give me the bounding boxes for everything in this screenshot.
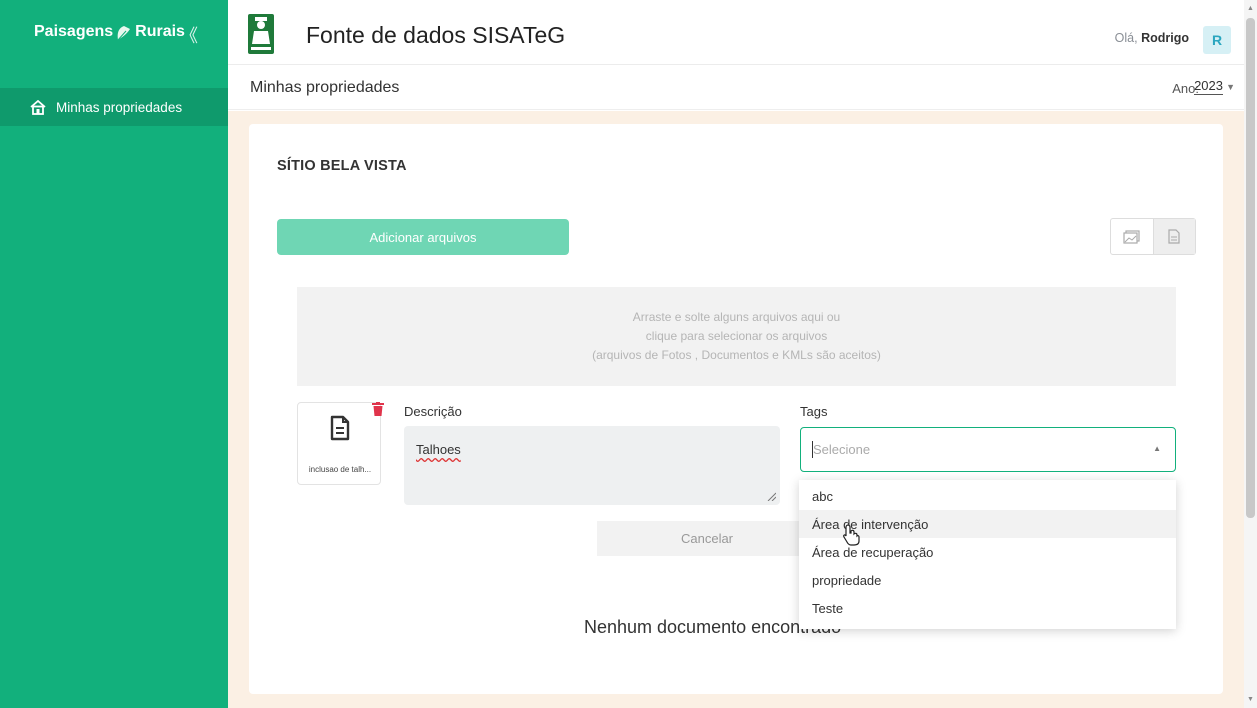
file-thumbnail: inclusao de talh... bbox=[297, 402, 381, 485]
cancel-button[interactable]: Cancelar bbox=[597, 521, 817, 556]
image-view-button[interactable] bbox=[1111, 219, 1153, 254]
chevron-up-icon[interactable]: ▲ bbox=[1153, 444, 1161, 453]
dropzone-line-2: clique para selecionar os arquivos bbox=[645, 329, 828, 343]
document-icon bbox=[1168, 229, 1180, 244]
file-dropzone[interactable]: Arraste e solte alguns arquivos aqui ou … bbox=[297, 287, 1176, 386]
app-title: Fonte de dados SISATeG bbox=[306, 22, 566, 48]
description-field[interactable]: Talhoes bbox=[404, 426, 780, 505]
brand-name-right: Rurais bbox=[135, 23, 185, 40]
tag-option[interactable]: propriedade bbox=[799, 566, 1176, 594]
top-header: Fonte de dados SISATeG Olá, Rodrigo R bbox=[228, 0, 1257, 65]
resize-handle-icon[interactable] bbox=[766, 491, 776, 501]
page-title: Minhas propriedades bbox=[250, 79, 400, 96]
document-view-button[interactable] bbox=[1152, 219, 1195, 254]
file-document-icon bbox=[330, 415, 350, 441]
description-value: Talhoes bbox=[416, 442, 461, 457]
dropzone-line-1: Arraste e solte alguns arquivos aqui ou bbox=[632, 310, 841, 324]
user-greeting: Olá, Rodrigo bbox=[1115, 31, 1189, 45]
file-name: inclusao de talh... bbox=[308, 465, 372, 474]
sidebar: Paisagens Rurais 《 Minhas propriedades bbox=[0, 0, 228, 708]
user-name: Rodrigo bbox=[1141, 31, 1189, 45]
scroll-up-icon[interactable]: ▲ bbox=[1247, 5, 1254, 12]
dropzone-line-3: (arquivos de Fotos , Documentos e KMLs s… bbox=[592, 348, 881, 362]
sidebar-item-label: Minhas propriedades bbox=[56, 99, 183, 115]
sidebar-item-minhas-propriedades[interactable]: Minhas propriedades bbox=[0, 88, 228, 126]
sisateg-logo bbox=[248, 14, 274, 54]
avatar[interactable]: R bbox=[1203, 26, 1231, 54]
tags-dropdown-menu: abc Área de intervenção Área de recupera… bbox=[799, 480, 1176, 629]
greeting-prefix: Olá, bbox=[1114, 31, 1138, 45]
tag-option[interactable]: Teste bbox=[799, 594, 1176, 622]
leaf-icon bbox=[114, 25, 134, 43]
tag-option[interactable]: abc bbox=[799, 482, 1176, 510]
chevron-down-icon[interactable]: ▼ bbox=[1226, 82, 1235, 92]
year-select[interactable]: 2023 bbox=[1194, 78, 1223, 95]
tags-select[interactable]: Selecione ▲ bbox=[800, 427, 1176, 472]
images-icon bbox=[1123, 229, 1140, 244]
double-chevron-left-icon[interactable]: 《 bbox=[180, 22, 198, 48]
trash-icon[interactable] bbox=[372, 402, 384, 416]
hand-cursor-icon bbox=[843, 524, 860, 546]
home-icon bbox=[30, 99, 46, 115]
scroll-down-icon[interactable]: ▼ bbox=[1247, 696, 1254, 703]
view-toggle bbox=[1110, 218, 1196, 255]
property-name: SÍTIO BELA VISTA bbox=[277, 158, 407, 174]
description-label: Descrição bbox=[404, 404, 462, 419]
tags-label: Tags bbox=[800, 404, 828, 419]
tags-placeholder: Selecione bbox=[813, 442, 871, 457]
brand-name-left: Paisagens bbox=[34, 23, 114, 40]
scrollbar-thumb[interactable] bbox=[1246, 18, 1255, 518]
add-files-button[interactable]: Adicionar arquivos bbox=[277, 219, 569, 255]
breadcrumb-bar: Minhas propriedades Ano: 2023 ▼ bbox=[228, 66, 1257, 110]
